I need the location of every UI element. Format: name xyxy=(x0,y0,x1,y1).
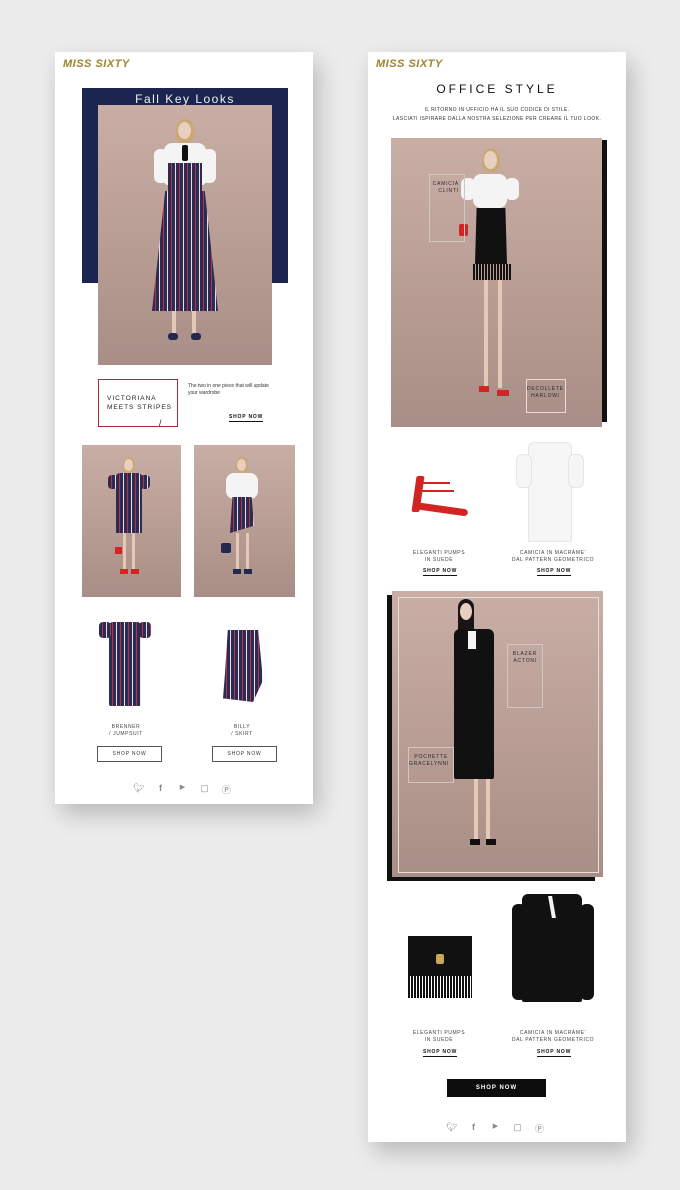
promo-title-box[interactable]: VICTORIANA MEETS STRIPES xyxy=(98,379,178,427)
product-clutch-image[interactable] xyxy=(408,936,474,1002)
email-office-style: MISS SIXTY OFFICE STYLE IL RITORNO IN UF… xyxy=(368,52,626,1142)
promo-shop-now-link[interactable]: SHOP NOW xyxy=(229,414,264,422)
youtube-icon[interactable]: ▶ xyxy=(490,1122,501,1135)
product-name-camicia-2: CAMICIA IN MACRAME' DAL PATTERN GEOMETRI… xyxy=(511,1030,595,1043)
twitter-icon[interactable]: 🐦︎ xyxy=(133,783,144,796)
look2-label-pochette[interactable]: POCHETTE GRACELYNNI xyxy=(408,747,454,783)
social-links: 🐦︎ f ▶ ▢ Ⓟ xyxy=(133,783,232,796)
hero-photo[interactable] xyxy=(98,105,272,365)
look1-label-decollete[interactable]: DECOLLETE HARLOWI xyxy=(526,379,566,413)
product-white-blouse-image[interactable] xyxy=(514,442,586,542)
hero-title: Fall Key Looks xyxy=(135,92,235,106)
pinterest-icon[interactable]: Ⓟ xyxy=(534,1122,545,1135)
pinterest-icon[interactable]: Ⓟ xyxy=(221,783,232,796)
shop-now-link-pumps-2[interactable]: SHOP NOW xyxy=(423,1049,458,1057)
promo-description: The two in one piece that will update yo… xyxy=(188,383,269,396)
promo-title-line2: MEETS STRIPES xyxy=(107,404,173,411)
product-name-brenner: BRENNER / JUMPSUIT xyxy=(109,724,143,737)
product-jumpsuit-image[interactable] xyxy=(99,612,151,708)
brand-logo[interactable]: MISS SIXTY xyxy=(376,58,443,70)
product-name-pumps-2: ELEGANTI PUMPS IN SUEDE xyxy=(412,1030,466,1043)
section-title: OFFICE STYLE xyxy=(436,82,558,96)
shop-now-link-camicia[interactable]: SHOP NOW xyxy=(537,568,572,576)
youtube-icon[interactable]: ▶ xyxy=(177,783,188,796)
shop-now-link-camicia-2[interactable]: SHOP NOW xyxy=(537,1049,572,1057)
facebook-icon[interactable]: f xyxy=(155,783,166,796)
look2-inner-frame xyxy=(398,597,599,873)
product-name-camicia: CAMICIA IN MACRAME' DAL PATTERN GEOMETRI… xyxy=(511,550,595,563)
product-red-pumps-image[interactable] xyxy=(410,464,469,517)
email-fall-key-looks: MISS SIXTY Fall Key Looks VICTORIANA MEE… xyxy=(55,52,313,804)
shop-now-link-pumps[interactable]: SHOP NOW xyxy=(423,568,458,576)
product-name-billy: BILLY / SKIRT xyxy=(231,724,253,737)
instagram-icon[interactable]: ▢ xyxy=(199,783,210,796)
facebook-icon[interactable]: f xyxy=(468,1122,479,1135)
look1-photo[interactable] xyxy=(391,138,602,427)
promo-slash: / xyxy=(159,418,162,428)
section-subtitle: IL RITORNO IN UFFICIO HA IL SUO CODICE D… xyxy=(392,107,602,122)
shop-now-button-billy[interactable]: SHOP NOW xyxy=(212,746,277,762)
twitter-icon[interactable]: 🐦︎ xyxy=(446,1122,457,1135)
product-skirt-image[interactable] xyxy=(215,630,275,704)
look1-label-camicia[interactable]: CAMICIA CLINTI xyxy=(429,174,465,242)
shop-now-button-brenner[interactable]: SHOP NOW xyxy=(97,746,162,762)
product-name-pumps: ELEGANTI PUMPS IN SUEDE xyxy=(412,550,466,563)
promo-title-line1: VICTORIANA xyxy=(107,395,157,402)
social-links: 🐦︎ f ▶ ▢ Ⓟ xyxy=(446,1122,545,1135)
shop-now-cta-button[interactable]: SHOP NOW xyxy=(447,1079,546,1097)
product-black-blazer-image[interactable] xyxy=(510,894,596,1004)
look-photo-brenner[interactable] xyxy=(82,445,181,597)
look2-label-blazer[interactable]: BLAZER ACTONI xyxy=(507,644,543,708)
brand-logo[interactable]: MISS SIXTY xyxy=(63,58,130,70)
look-photo-billy[interactable] xyxy=(194,445,295,597)
instagram-icon[interactable]: ▢ xyxy=(512,1122,523,1135)
